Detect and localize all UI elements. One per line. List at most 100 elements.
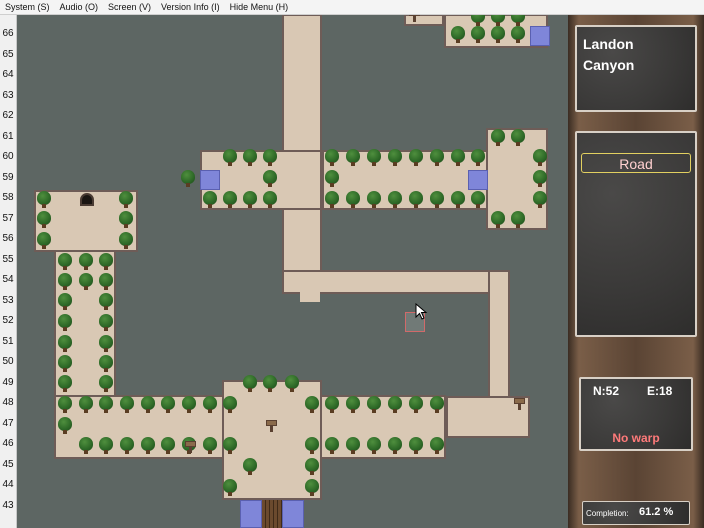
tree: [57, 314, 73, 332]
menu-item-version[interactable]: Version Info (I): [156, 2, 225, 12]
tree: [118, 232, 134, 250]
tree: [490, 211, 506, 229]
tree: [387, 396, 403, 414]
row-label: 49: [2, 376, 14, 388]
row-label: 65: [2, 48, 14, 60]
tree: [57, 293, 73, 311]
tree: [324, 396, 340, 414]
coordinate-panel: N:52 E:18 No warp: [579, 377, 693, 451]
tree: [324, 437, 340, 455]
row-label: 62: [2, 110, 14, 121]
tree: [510, 129, 526, 147]
area-name-line2: Canyon: [583, 57, 635, 73]
tree: [78, 437, 94, 455]
tree: [345, 149, 361, 167]
tree: [429, 191, 445, 209]
tree: [36, 232, 52, 250]
tree: [366, 191, 382, 209]
water-tile: [200, 170, 220, 190]
tree: [222, 149, 238, 167]
tree: [160, 396, 176, 414]
tree: [180, 170, 196, 188]
tree: [98, 437, 114, 455]
wooden-bridge: [262, 500, 282, 528]
tree: [118, 191, 134, 209]
tree: [345, 437, 361, 455]
menu-item-hide[interactable]: Hide Menu (H): [225, 2, 294, 12]
tree: [242, 458, 258, 476]
completion-panel: Completion: 61.2 %: [582, 501, 690, 525]
tree: [119, 396, 135, 414]
tree: [140, 437, 156, 455]
tree: [408, 149, 424, 167]
completion-value: 61.2 %: [639, 506, 674, 518]
tree: [450, 191, 466, 209]
completion-label: Completion:: [586, 509, 629, 518]
cave-entrance: [80, 193, 94, 206]
water-tile: [468, 170, 488, 190]
row-label: 44: [2, 479, 14, 490]
tree: [304, 437, 320, 455]
menu-item-audio[interactable]: Audio (O): [55, 2, 104, 12]
tree: [387, 191, 403, 209]
menu-item-screen[interactable]: Screen (V): [103, 2, 156, 12]
menu-item-system[interactable]: System (S): [0, 2, 55, 12]
path-tile: [282, 270, 510, 294]
tree: [222, 437, 238, 455]
tree: [450, 26, 466, 44]
water-tile: [240, 500, 262, 528]
area-name-panel: Landon Canyon: [575, 25, 697, 112]
tree: [304, 479, 320, 497]
row-label: 53: [2, 294, 14, 306]
terrain-label: Road: [581, 153, 691, 173]
tree: [532, 149, 548, 167]
warp-status: No warp: [612, 431, 660, 445]
tree: [510, 15, 526, 27]
tree: [510, 211, 526, 229]
row-label: 51: [2, 335, 14, 347]
tree: [532, 170, 548, 188]
signpost: [185, 441, 196, 453]
tree: [98, 314, 114, 332]
tree: [57, 375, 73, 393]
water-tile: [530, 26, 550, 46]
tree: [429, 149, 445, 167]
tree: [98, 273, 114, 291]
row-label: 64: [2, 69, 14, 80]
tree: [98, 355, 114, 373]
tree: [345, 191, 361, 209]
tree: [408, 191, 424, 209]
tree: [304, 458, 320, 476]
row-label: 56: [2, 233, 14, 244]
tree: [345, 396, 361, 414]
row-label: 66: [2, 28, 14, 39]
tree: [57, 355, 73, 373]
game-map[interactable]: [17, 15, 568, 528]
tree: [324, 191, 340, 209]
terrain-panel: Road: [575, 131, 697, 337]
row-label: 54: [2, 274, 14, 285]
tree: [242, 375, 258, 393]
tree: [262, 170, 278, 188]
tree: [450, 149, 466, 167]
tree: [36, 211, 52, 229]
tree: [262, 149, 278, 167]
tree: [202, 437, 218, 455]
tree: [490, 26, 506, 44]
tree: [98, 375, 114, 393]
tree: [490, 15, 506, 27]
row-label: 45: [2, 458, 14, 470]
tree: [118, 211, 134, 229]
tree: [284, 375, 300, 393]
tree: [408, 437, 424, 455]
tree: [78, 253, 94, 271]
tree: [324, 149, 340, 167]
tree: [202, 396, 218, 414]
signpost: [514, 398, 525, 410]
row-label: 60: [2, 151, 14, 162]
tree: [242, 191, 258, 209]
signpost: [409, 15, 420, 22]
area-name-line1: Landon: [583, 36, 634, 52]
row-label: 48: [2, 397, 14, 408]
tree: [429, 396, 445, 414]
